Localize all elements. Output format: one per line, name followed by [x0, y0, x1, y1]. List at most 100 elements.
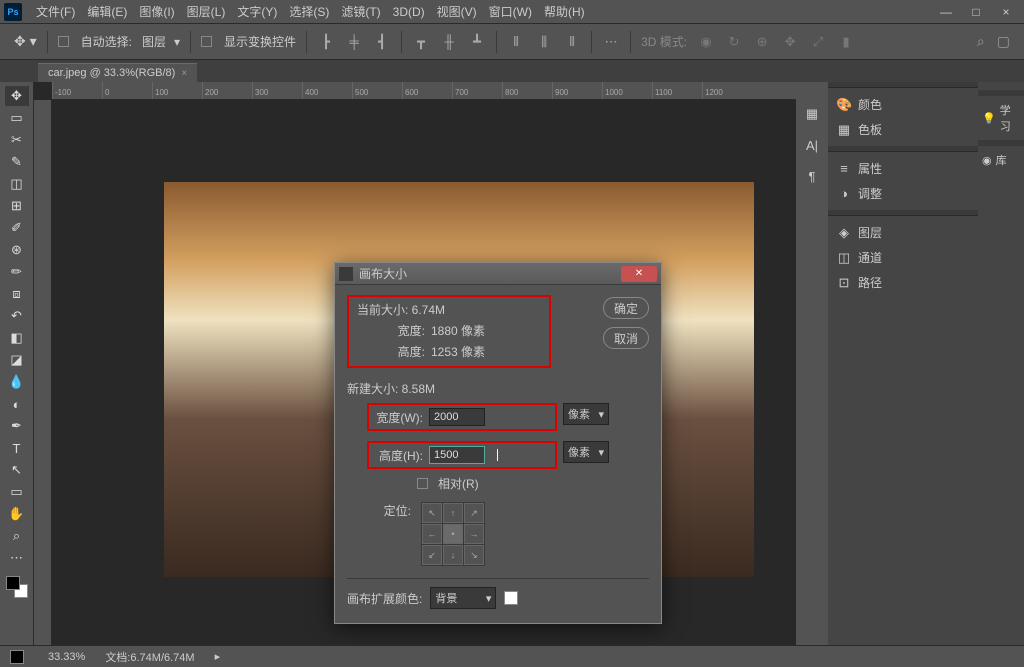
menu-type[interactable]: 文字(Y) [231, 3, 283, 20]
more-icon[interactable]: ⋯ [602, 34, 620, 50]
text-cursor [497, 449, 498, 461]
status-arrow-icon[interactable]: ▸ [215, 650, 221, 663]
panel-paths[interactable]: ⊡路径 [834, 270, 972, 295]
blur-tool[interactable]: 💧 [5, 372, 29, 392]
menu-layer[interactable]: 图层(L) [181, 3, 232, 20]
menu-filter[interactable]: 滤镜(T) [335, 3, 386, 20]
layers-icon: ◈ [836, 225, 852, 241]
window-maximize-button[interactable]: □ [962, 2, 990, 22]
crop-tool[interactable]: ◫ [5, 174, 29, 194]
align-icon-6[interactable]: ┻ [468, 34, 486, 50]
3d-icon-2[interactable]: ↻ [725, 34, 743, 50]
width-input[interactable] [429, 408, 485, 426]
panel-learn[interactable]: 💡学习 [978, 96, 1024, 140]
auto-select-toggle[interactable]: 自动选择: [58, 33, 132, 50]
history-icon[interactable]: ▦ [806, 106, 818, 122]
current-width-label: 宽度: [357, 322, 425, 339]
cancel-button[interactable]: 取消 [603, 327, 649, 349]
doc-size[interactable]: 文档:6.74M/6.74M [105, 649, 194, 665]
channels-icon: ◫ [836, 250, 852, 266]
height-unit-select[interactable]: 像素▾ [563, 441, 609, 463]
distribute-icon-2[interactable]: ⫼ [535, 34, 553, 50]
relative-checkbox[interactable] [417, 478, 428, 489]
width-label: 宽度(W): [373, 409, 423, 426]
auto-select-target[interactable]: 图层 ▾ [142, 33, 180, 50]
char-icon[interactable]: A| [806, 138, 818, 153]
align-icon[interactable]: ┣ [317, 34, 335, 50]
extension-color-swatch[interactable] [504, 591, 518, 605]
panel-swatches[interactable]: ▦色板 [834, 117, 972, 142]
dialog-icon [339, 267, 353, 281]
window-close-button[interactable]: × [992, 2, 1020, 22]
panel-color[interactable]: 🎨颜色 [834, 92, 972, 117]
menu-3d[interactable]: 3D(D) [387, 5, 431, 19]
paragraph-icon[interactable]: ¶ [809, 169, 816, 184]
window-minimize-button[interactable]: — [932, 2, 960, 22]
panel-channels[interactable]: ◫通道 [834, 245, 972, 270]
heal-tool[interactable]: ⊛ [5, 240, 29, 260]
ok-button[interactable]: 确定 [603, 297, 649, 319]
panel-layers[interactable]: ◈图层 [834, 220, 972, 245]
eraser-tool[interactable]: ◧ [5, 328, 29, 348]
search-icon[interactable]: ⌕ [977, 33, 985, 50]
panel-library[interactable]: ◉库 [978, 146, 1024, 174]
anchor-grid[interactable]: ↖↑↗ ←•→ ↙↓↘ [421, 502, 485, 566]
new-size-label: 新建大小: 8.58M [347, 380, 649, 397]
lasso-tool[interactable]: ✂ [5, 130, 29, 150]
menu-image[interactable]: 图像(I) [133, 3, 180, 20]
menu-select[interactable]: 选择(S) [283, 3, 335, 20]
color-swatches[interactable] [6, 576, 28, 598]
menu-help[interactable]: 帮助(H) [538, 3, 591, 20]
dodge-tool[interactable]: ◐ [5, 394, 29, 414]
current-size-label: 当前大小: 6.74M [357, 301, 541, 318]
menu-view[interactable]: 视图(V) [431, 3, 483, 20]
stamp-tool[interactable]: ⧈ [5, 284, 29, 304]
width-unit-select[interactable]: 像素▾ [563, 403, 609, 425]
distribute-icon[interactable]: ⫴ [507, 34, 525, 50]
menu-window[interactable]: 窗口(W) [483, 3, 538, 20]
extension-color-select[interactable]: 背景▾ [430, 587, 496, 609]
3d-icon-3[interactable]: ⊕ [753, 34, 771, 50]
gradient-tool[interactable]: ◪ [5, 350, 29, 370]
zoom-tool[interactable]: ⌕ [5, 526, 29, 546]
fg-color[interactable] [6, 576, 20, 590]
tab-close-icon[interactable]: × [181, 68, 187, 79]
height-label: 高度(H): [373, 447, 423, 464]
align-icon-3[interactable]: ┫ [373, 34, 391, 50]
move-tool[interactable]: ✥ [5, 86, 29, 106]
history-brush-tool[interactable]: ↶ [5, 306, 29, 326]
panel-adjustments[interactable]: ◑调整 [834, 181, 972, 206]
panel-properties[interactable]: ≡属性 [834, 156, 972, 181]
align-icon-4[interactable]: ┳ [412, 34, 430, 50]
marquee-tool[interactable]: ▭ [5, 108, 29, 128]
3d-icon-4[interactable]: ✥ [781, 34, 799, 50]
height-input[interactable] [429, 446, 485, 464]
dialog-titlebar[interactable]: 画布大小 ✕ [335, 263, 661, 285]
path-select-tool[interactable]: ↖ [5, 460, 29, 480]
menu-edit[interactable]: 编辑(E) [81, 3, 133, 20]
brush-tool[interactable]: ✏ [5, 262, 29, 282]
document-tab[interactable]: car.jpeg @ 33.3%(RGB/8) × [38, 63, 197, 82]
workspace-icon[interactable]: ▢ [997, 33, 1010, 50]
edit-toolbar[interactable]: ⋯ [5, 548, 29, 568]
eyedropper-tool[interactable]: ✐ [5, 218, 29, 238]
align-icon-5[interactable]: ╫ [440, 34, 458, 49]
cc-icon: ◉ [982, 154, 992, 167]
dialog-title: 画布大小 [359, 265, 407, 282]
hand-tool[interactable]: ✋ [5, 504, 29, 524]
color-icon: 🎨 [836, 97, 852, 113]
distribute-icon-3[interactable]: ⫴ [563, 34, 581, 50]
align-icon-2[interactable]: ╪ [345, 34, 363, 49]
pen-tool[interactable]: ✒ [5, 416, 29, 436]
show-transform-toggle[interactable]: 显示变换控件 [201, 33, 296, 50]
shape-tool[interactable]: ▭ [5, 482, 29, 502]
3d-icon-6[interactable]: ▮ [837, 34, 855, 50]
dialog-close-button[interactable]: ✕ [621, 266, 657, 282]
menu-file[interactable]: 文件(F) [30, 3, 81, 20]
frame-tool[interactable]: ⊞ [5, 196, 29, 216]
3d-icon-5[interactable]: ⤢ [809, 34, 827, 50]
quick-select-tool[interactable]: ✎ [5, 152, 29, 172]
type-tool[interactable]: T [5, 438, 29, 458]
zoom-level[interactable]: 33.33% [48, 651, 85, 663]
3d-icon-1[interactable]: ◉ [697, 34, 715, 50]
